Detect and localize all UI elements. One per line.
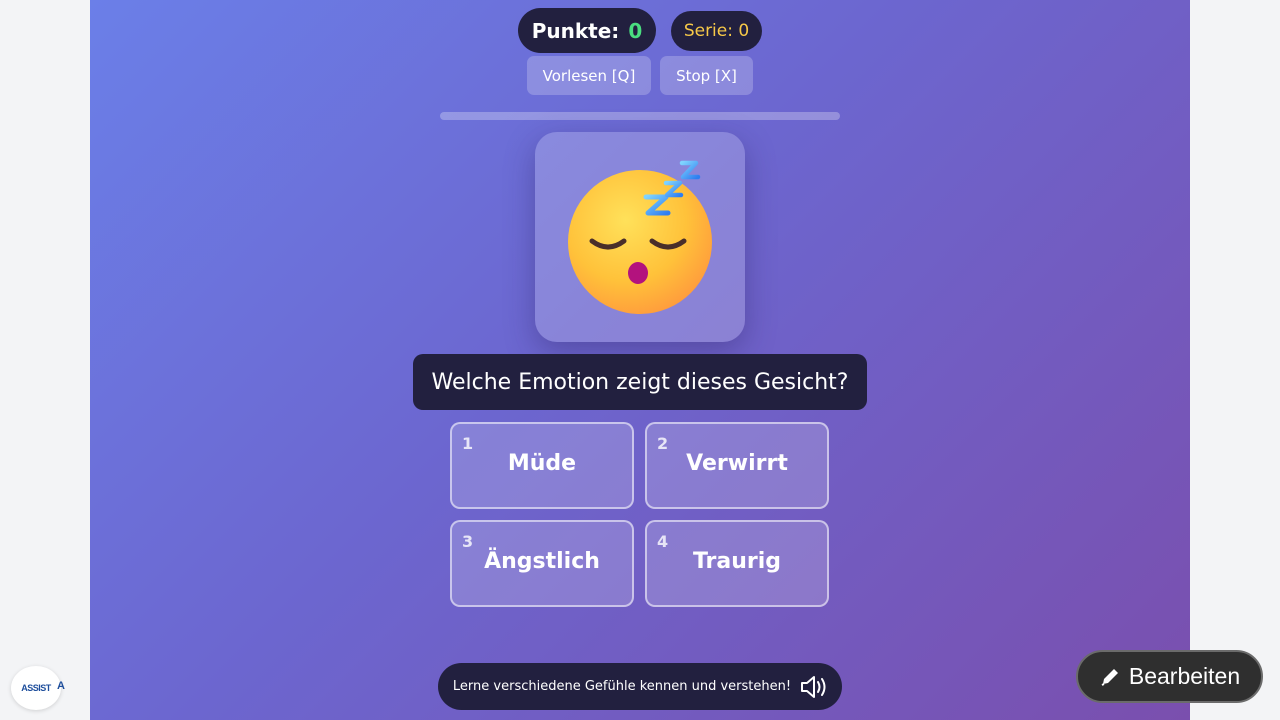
score-value: 0 bbox=[628, 18, 643, 43]
logo-tail: A bbox=[57, 680, 65, 692]
streak-label: Serie: 0 bbox=[683, 21, 750, 41]
read-aloud-button[interactable]: Vorlesen [Q] bbox=[527, 56, 651, 95]
answer-label: Traurig bbox=[692, 549, 782, 574]
speaker-icon[interactable] bbox=[799, 675, 827, 699]
assist-logo: ASSIST bbox=[11, 666, 61, 710]
emoji-card bbox=[535, 132, 745, 342]
sleeping-face-icon bbox=[568, 160, 712, 314]
edit-button-label: Bearbeiten bbox=[1128, 663, 1241, 689]
answer-option-1[interactable]: 1 Müde bbox=[450, 422, 634, 509]
score-display: Punkte: 0 bbox=[518, 8, 656, 53]
answer-label: Ängstlich bbox=[484, 549, 600, 574]
progress-bar bbox=[440, 112, 840, 120]
answer-label: Müde bbox=[507, 451, 577, 476]
hint-bar: Lerne verschiedene Gefühle kennen und ve… bbox=[438, 663, 842, 710]
hint-text: Lerne verschiedene Gefühle kennen und ve… bbox=[452, 679, 792, 694]
pencil-icon bbox=[1099, 666, 1121, 688]
answer-label: Verwirrt bbox=[686, 451, 788, 476]
streak-display: Serie: 0 bbox=[671, 11, 762, 51]
edit-button[interactable]: Bearbeiten bbox=[1076, 650, 1263, 703]
answer-option-2[interactable]: 2 Verwirrt bbox=[645, 422, 829, 509]
logo-text: ASSIST bbox=[21, 683, 51, 693]
answer-option-3[interactable]: 3 Ängstlich bbox=[450, 520, 634, 607]
score-label: Punkte: bbox=[531, 18, 620, 43]
stop-button[interactable]: Stop [X] bbox=[660, 56, 753, 95]
game-stage: Punkte: 0 Serie: 0 Vorlesen [Q] Stop [X] bbox=[90, 0, 1190, 720]
answer-option-4[interactable]: 4 Traurig bbox=[645, 520, 829, 607]
question-text: Welche Emotion zeigt dieses Gesicht? bbox=[413, 354, 867, 410]
